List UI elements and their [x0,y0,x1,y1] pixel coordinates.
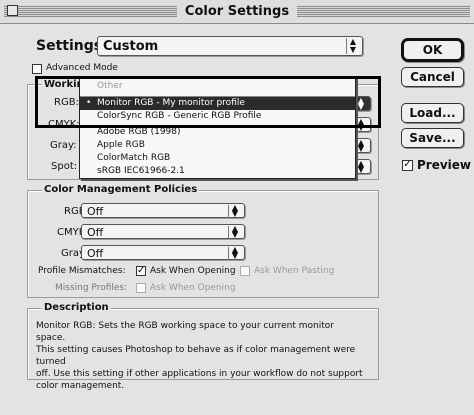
menu-item-apple-rgb[interactable]: Apple RGB [80,139,355,152]
popup-arrows-icon: ▲ ▼ [228,204,241,218]
load-button[interactable]: Load... [401,103,464,123]
window-title: Color Settings [176,4,298,19]
missing-ask-when-opening-checkbox[interactable] [136,283,146,293]
ask-when-pasting-label: Ask When Pasting [254,266,335,276]
policies-title: Color Management Policies [42,184,200,195]
settings-popup[interactable]: Custom ▲ ▼ [97,36,363,56]
policy-cmyk-value: Off [87,226,104,239]
ok-button[interactable]: OK [401,38,464,62]
save-button[interactable]: Save... [401,128,464,148]
ask-when-pasting-checkbox[interactable] [240,266,250,276]
highlight-box [35,76,381,128]
policy-gray-value: Off [87,247,104,260]
ask-when-opening-label: Ask When Opening [150,266,236,276]
policy-rgb-value: Off [87,205,104,218]
settings-value: Custom [103,39,159,54]
policy-rgb-popup[interactable]: Off ▲ ▼ [81,203,245,218]
menu-item-colormatch-rgb[interactable]: ColorMatch RGB [80,152,355,165]
window-title-wrap: Color Settings [0,4,474,19]
popup-arrows-icon: ▲ ▼ [346,38,359,54]
policy-cmyk-popup[interactable]: Off ▲ ▼ [81,224,245,239]
description-line: This setting causes Photoshop to behave … [36,345,356,367]
ask-when-opening-checkbox[interactable]: ✓ [136,266,146,276]
preview-checkbox[interactable]: ✓ [402,160,413,171]
preview-label: Preview [417,158,472,172]
advanced-mode-checkbox[interactable] [32,64,42,74]
description-line: Monitor RGB: Sets the RGB working space … [36,321,334,343]
missing-ask-when-opening-label: Ask When Opening [150,283,236,293]
ws-gray-label: Gray: [50,140,77,151]
description-text: Monitor RGB: Sets the RGB working space … [36,320,364,392]
missing-profiles-label: Missing Profiles: [55,283,128,293]
policy-gray-popup[interactable]: Off ▲ ▼ [81,245,245,260]
menu-item-srgb[interactable]: sRGB IEC61966-2.1 [80,165,355,178]
ws-spot-label: Spot: [51,161,78,172]
description-line: color management. [36,381,125,391]
profile-mismatches-label: Profile Mismatches: [38,266,126,276]
advanced-mode-label: Advanced Mode [46,63,118,73]
description-title: Description [42,302,111,313]
cancel-button[interactable]: Cancel [401,67,464,87]
title-bar[interactable]: Color Settings [0,0,474,24]
description-line: off. Use this setting if other applicati… [36,369,363,379]
popup-arrows-icon: ▲ ▼ [228,246,241,260]
popup-arrows-icon: ▲ ▼ [228,225,241,239]
